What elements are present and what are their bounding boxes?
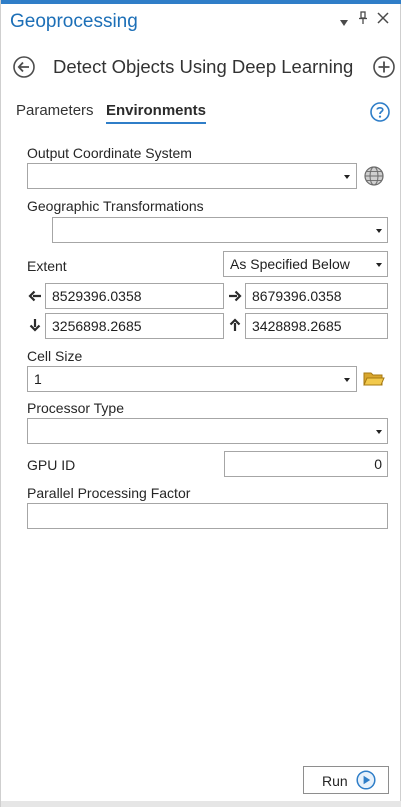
tab-environments[interactable]: Environments: [106, 102, 206, 119]
gpu-id-input[interactable]: 0: [224, 451, 388, 477]
arrow-left-icon: [28, 289, 42, 303]
pane-accent-bar: [1, 0, 401, 4]
geographic-transformations-select[interactable]: [52, 217, 388, 243]
geographic-transformations-label: Geographic Transformations: [27, 198, 204, 214]
run-button[interactable]: Run: [303, 766, 389, 794]
active-tab-indicator: [106, 122, 206, 124]
close-icon[interactable]: [377, 12, 389, 27]
tab-parameters[interactable]: Parameters: [16, 102, 94, 119]
output-coordinate-system-select[interactable]: [27, 163, 357, 189]
extent-label: Extent: [27, 258, 67, 274]
extent-top-input[interactable]: 3428898.2685: [245, 313, 388, 339]
processor-type-label: Processor Type: [27, 400, 125, 416]
help-circle-icon[interactable]: [370, 102, 390, 122]
pane-title: Geoprocessing: [10, 11, 138, 32]
parallel-processing-factor-label: Parallel Processing Factor: [27, 485, 191, 501]
gpu-id-label: GPU ID: [27, 457, 76, 473]
chevron-down-icon: [344, 378, 350, 382]
cell-size-label: Cell Size: [27, 348, 83, 364]
run-button-label: Run: [322, 773, 348, 789]
globe-icon[interactable]: [363, 165, 385, 192]
geoprocessing-pane: Geoprocessing Detect Objects Using Deep …: [0, 0, 401, 807]
output-coordinate-system-label: Output Coordinate System: [27, 145, 192, 161]
parallel-processing-factor-input[interactable]: [27, 503, 388, 529]
folder-icon[interactable]: [363, 370, 385, 393]
extent-bottom-input[interactable]: 3256898.2685: [45, 313, 224, 339]
chevron-down-icon: [376, 229, 382, 233]
processor-type-select[interactable]: [27, 418, 388, 444]
extent-mode-select[interactable]: As Specified Below: [223, 251, 388, 277]
arrow-up-icon: [228, 318, 242, 332]
back-arrow-circle-icon[interactable]: [13, 56, 35, 78]
extent-left-input[interactable]: 8529396.0358: [45, 283, 224, 309]
dropdown-triangle-icon[interactable]: [339, 15, 349, 30]
chevron-down-icon: [376, 430, 382, 434]
cell-size-select[interactable]: 1: [27, 366, 357, 392]
extent-right-input[interactable]: 8679396.0358: [245, 283, 388, 309]
pin-icon[interactable]: [358, 11, 368, 28]
add-circle-icon[interactable]: [373, 56, 395, 78]
bottom-strip: [1, 801, 401, 807]
tool-title: Detect Objects Using Deep Learning: [53, 56, 354, 77]
arrow-right-icon: [228, 289, 242, 303]
play-circle-icon: [356, 770, 376, 793]
chevron-down-icon: [344, 175, 350, 179]
arrow-down-icon: [28, 318, 42, 332]
chevron-down-icon: [376, 263, 382, 267]
